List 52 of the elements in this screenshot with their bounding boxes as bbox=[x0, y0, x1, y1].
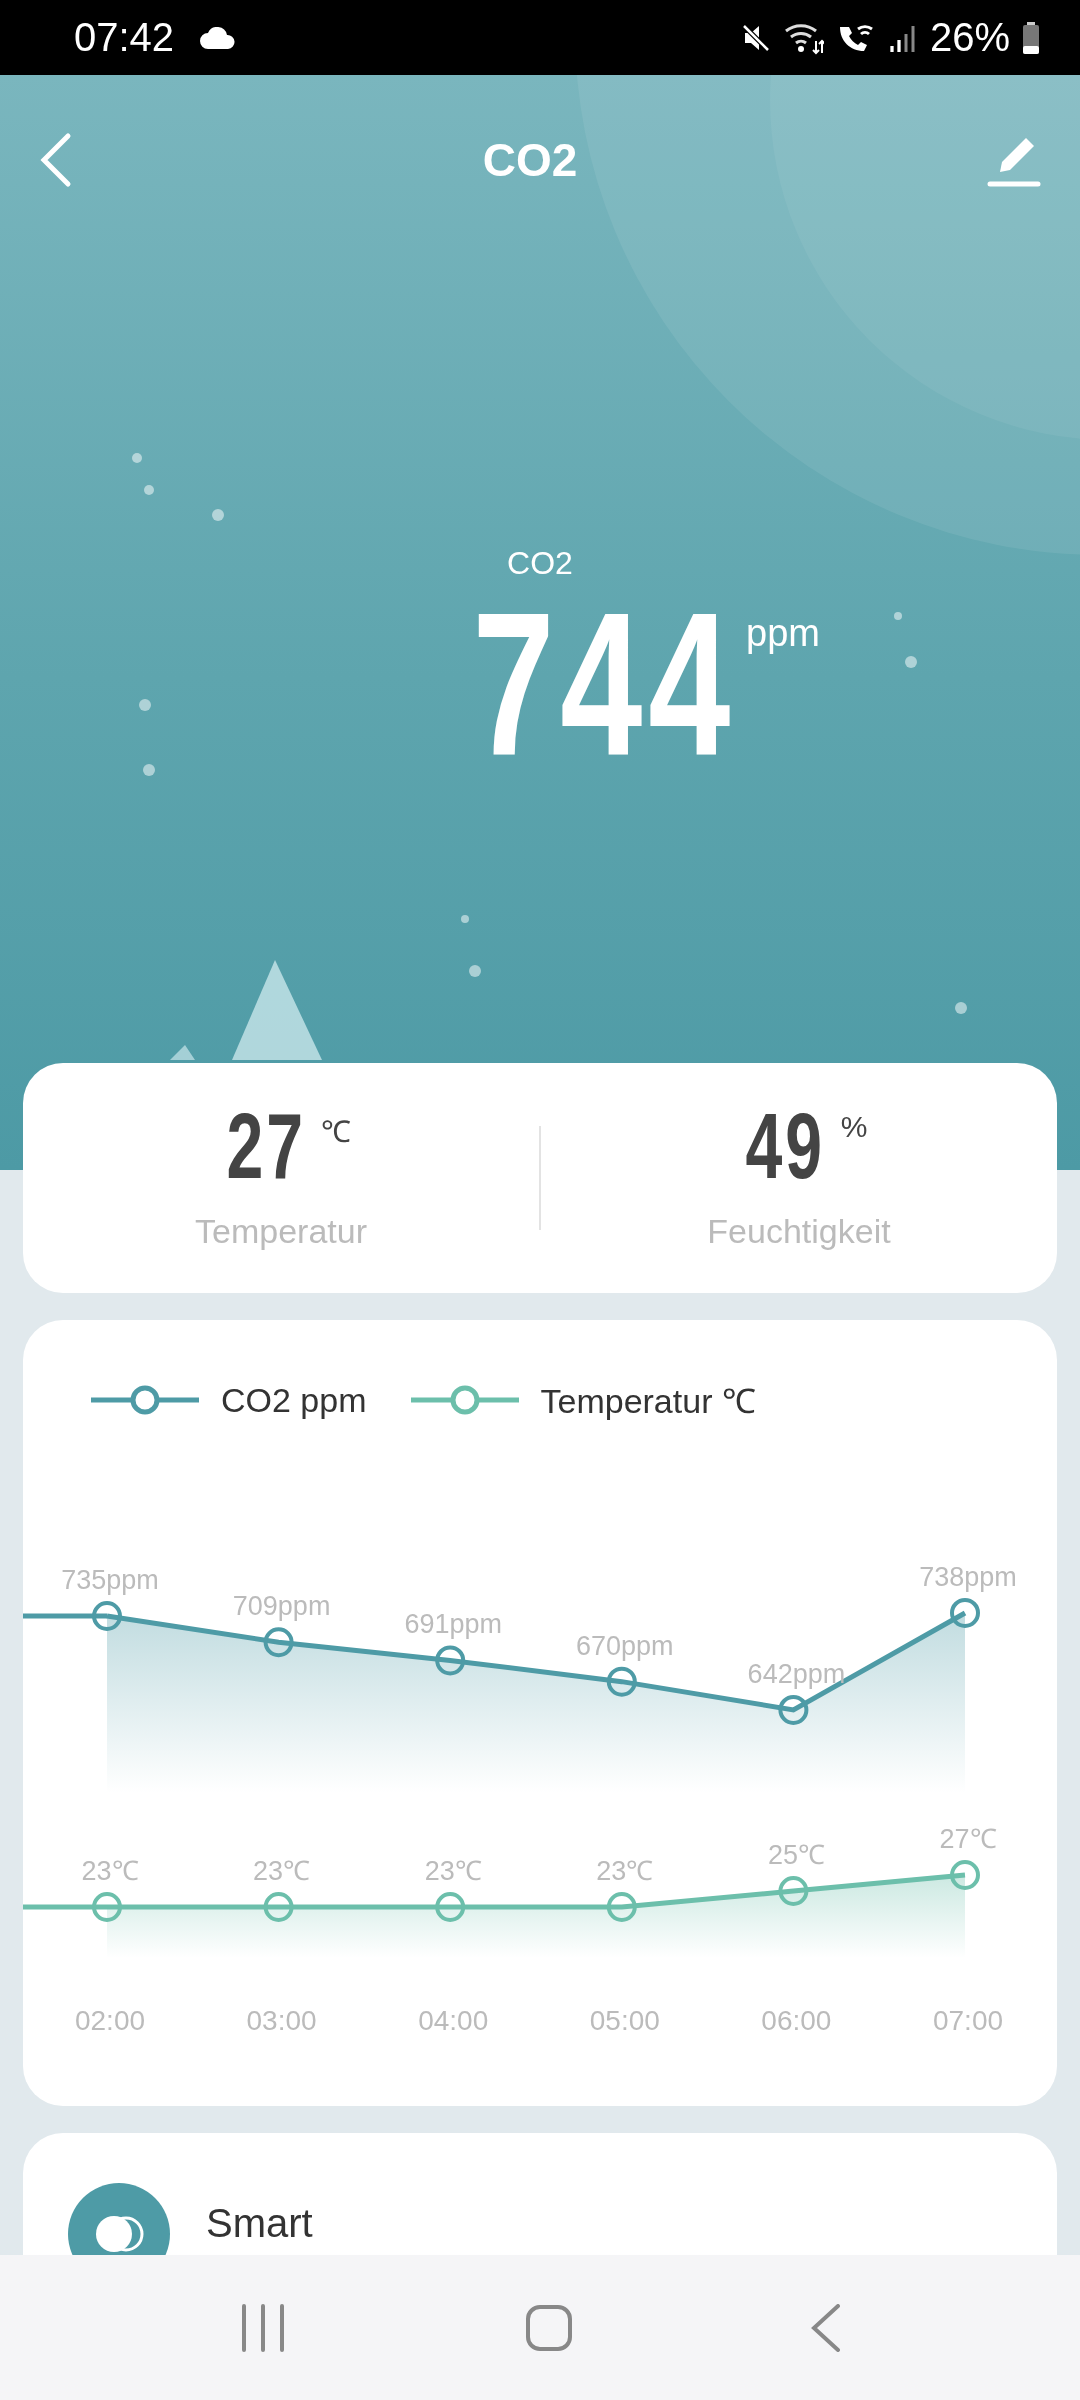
data-point bbox=[950, 1860, 980, 1890]
status-time: 07:42 bbox=[74, 15, 175, 60]
cloud-icon bbox=[200, 26, 237, 49]
data-label: 23℃ bbox=[596, 1856, 654, 1886]
data-label: 738ppm bbox=[919, 1561, 1017, 1592]
data-point bbox=[778, 1694, 809, 1725]
data-point bbox=[606, 1666, 637, 1697]
data-label: 23℃ bbox=[424, 1856, 482, 1886]
summary-value: 27 bbox=[226, 1105, 306, 1186]
summary-value: 49 bbox=[745, 1105, 826, 1186]
battery-icon bbox=[1022, 21, 1040, 54]
reading-unit: ppm bbox=[746, 612, 820, 655]
data-label: 25℃ bbox=[767, 1840, 825, 1870]
reading-value: 744 bbox=[472, 596, 737, 771]
data-point bbox=[778, 1876, 809, 1906]
legend-label: Temperatur ℃ bbox=[540, 1381, 756, 1422]
legend-icon bbox=[410, 1385, 519, 1415]
legend-icon bbox=[91, 1385, 199, 1415]
smart-title: Smart bbox=[206, 2201, 313, 2246]
battery-percent: 26% bbox=[929, 15, 1010, 60]
data-label: 691ppm bbox=[404, 1609, 502, 1640]
data-point bbox=[606, 1892, 637, 1922]
data-point bbox=[950, 1597, 980, 1628]
data-label: 642ppm bbox=[747, 1658, 846, 1689]
summary-unit: % bbox=[840, 1109, 868, 1144]
data-label: 735ppm bbox=[61, 1565, 159, 1595]
axis-label: 06:00 bbox=[761, 2005, 832, 2036]
summary-unit: ℃ bbox=[321, 1113, 352, 1150]
data-label: 23℃ bbox=[253, 1856, 311, 1886]
summary-label: Temperatur bbox=[195, 1211, 367, 1251]
axis-label: 05:00 bbox=[589, 2005, 660, 2036]
data-point bbox=[263, 1627, 294, 1658]
axis-label: 02:00 bbox=[74, 2005, 146, 2036]
back-icon[interactable] bbox=[809, 2303, 842, 2352]
axis-label: 07:00 bbox=[932, 2005, 1004, 2036]
smart-card[interactable]: Smart bbox=[23, 2133, 1057, 2255]
home-icon[interactable] bbox=[525, 2303, 573, 2352]
data-point bbox=[435, 1645, 466, 1676]
data-point bbox=[92, 1892, 122, 1922]
data-label: 27℃ bbox=[939, 1824, 997, 1854]
axis-label: 03:00 bbox=[246, 2005, 317, 2036]
data-point bbox=[92, 1601, 122, 1631]
axis-label: 04:00 bbox=[418, 2005, 489, 2036]
data-label: 670ppm bbox=[576, 1630, 674, 1661]
data-label: 23℃ bbox=[81, 1856, 139, 1886]
reading-label: CO2 bbox=[507, 545, 573, 582]
data-point bbox=[435, 1892, 466, 1922]
data-label: 709ppm bbox=[232, 1591, 331, 1622]
legend-label: CO2 ppm bbox=[221, 1380, 367, 1420]
summary-label: Feuchtigkeit bbox=[707, 1211, 891, 1251]
data-point bbox=[263, 1892, 294, 1922]
page-title: CO2 bbox=[482, 133, 578, 187]
